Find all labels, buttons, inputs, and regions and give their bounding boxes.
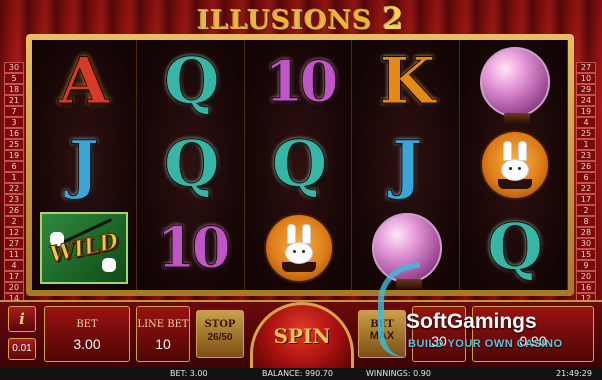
watermark-brand: SoftGamings (406, 310, 537, 333)
payline-indicator-right[interactable]: 28 (576, 227, 596, 238)
reel-cell: 10 (248, 40, 352, 123)
reel-cell: A (32, 40, 136, 123)
payline-indicator-right[interactable]: 25 (576, 128, 596, 139)
payline-indicator-left[interactable]: 4 (4, 260, 24, 271)
info-button[interactable]: i (8, 306, 36, 332)
payline-indicator-left[interactable]: 3 (4, 117, 24, 128)
reel-cell: Q (140, 123, 244, 206)
wild-symbol: WILD (39, 212, 128, 285)
game-title-number: 2 (382, 2, 405, 37)
payline-indicator-left[interactable]: 20 (4, 282, 24, 293)
symbol-k: K (379, 43, 436, 119)
symbol-j: J (392, 126, 423, 202)
watermark-tagline: BUILD YOUR OWN CASINO (408, 338, 563, 350)
payline-indicator-left[interactable]: 6 (4, 161, 24, 172)
line-bet-button[interactable]: LINE BET 10 (136, 306, 190, 362)
reel-cell (248, 207, 352, 290)
symbol-ten: 10 (156, 215, 231, 282)
payline-indicator-right[interactable]: 29 (576, 84, 596, 95)
payline-indicator-left[interactable]: 25 (4, 139, 24, 150)
autoplay-stop-button[interactable]: STOP 26/50 (196, 310, 244, 358)
symbol-j: J (68, 126, 100, 202)
reel-cell: WILD (32, 207, 136, 290)
payline-indicator-left[interactable]: 11 (4, 249, 24, 260)
status-bar: BET: 3.00 BALANCE: 990.70 WINNINGS: 0.90… (0, 368, 602, 380)
reel-cell: J (355, 123, 459, 206)
payline-indicator-left[interactable]: 18 (4, 84, 24, 95)
reel-4: KJ (355, 40, 461, 290)
reel-cell: K (355, 40, 459, 123)
payline-indicator-right[interactable]: 2 (576, 205, 596, 216)
payline-indicator-left[interactable]: 7 (4, 106, 24, 117)
reel-2: Q Q 10 (139, 40, 245, 290)
reel-1: A J WILD (32, 40, 137, 290)
symbol-q: Q (163, 43, 220, 119)
line-bet-value: 10 (155, 336, 171, 352)
reels-area: A J WILD Q Q 10 10 Q K J Q (32, 40, 568, 290)
payline-indicator-left[interactable]: 23 (4, 194, 24, 205)
payline-indicator-right[interactable]: 27 (576, 62, 596, 73)
reel-cell (463, 40, 567, 123)
reel-cell: Q (140, 40, 244, 123)
reel-cell: J (32, 123, 136, 206)
payline-indicator-left[interactable]: 27 (4, 238, 24, 249)
payline-indicator-left[interactable]: 19 (4, 150, 24, 161)
payline-indicator-left[interactable]: 5 (4, 73, 24, 84)
payline-indicator-left[interactable]: 2 (4, 216, 24, 227)
status-clock: 21:49:29 (556, 369, 592, 378)
payline-indicator-left[interactable]: 26 (4, 205, 24, 216)
line-bet-label: LINE BET (137, 319, 189, 330)
payline-indicator-right[interactable]: 23 (576, 150, 596, 161)
status-winnings: WINNINGS: 0.90 (366, 369, 431, 378)
symbol-q: Q (163, 126, 220, 202)
coin-value-button[interactable]: 0.01 (8, 338, 36, 360)
payline-indicator-left[interactable]: 16 (4, 128, 24, 139)
payline-indicator-right[interactable]: 1 (576, 139, 596, 150)
payline-indicator-right[interactable]: 10 (576, 73, 596, 84)
payline-indicator-right[interactable]: 15 (576, 249, 596, 260)
stop-label: STOP (204, 319, 236, 330)
symbol-q: Q (271, 126, 328, 202)
payline-indicator-left[interactable]: 12 (4, 227, 24, 238)
payline-indicator-left[interactable]: 21 (4, 95, 24, 106)
bet-display[interactable]: BET 3.00 (44, 306, 130, 362)
payline-indicator-right[interactable]: 30 (576, 238, 596, 249)
status-bet: BET: 3.00 (170, 369, 208, 378)
payline-indicator-left[interactable]: 1 (4, 172, 24, 183)
status-balance: BALANCE: 990.70 (262, 369, 333, 378)
symbol-ten: 10 (264, 48, 339, 115)
reel-cell: Q (248, 123, 352, 206)
payline-indicator-left[interactable]: 22 (4, 183, 24, 194)
bet-value: 3.00 (73, 336, 101, 352)
payline-indicator-left[interactable]: 30 (4, 62, 24, 73)
rabbit-in-hat-icon (264, 213, 335, 284)
payline-indicator-right[interactable]: 8 (576, 216, 596, 227)
payline-indicator-right[interactable]: 17 (576, 194, 596, 205)
softgamings-watermark: SoftGamings BUILD YOUR OWN CASINO (376, 261, 596, 363)
crystal-ball-icon (480, 46, 551, 123)
payline-indicator-right[interactable]: 19 (576, 106, 596, 117)
reel-3: 10 Q (247, 40, 353, 290)
rabbit-in-hat-icon (480, 129, 551, 200)
payline-indicator-right[interactable]: 24 (576, 95, 596, 106)
payline-indicators-left: 3051821731625196122232621227114172014132… (4, 62, 24, 326)
reel-cell (463, 123, 567, 206)
payline-indicator-right[interactable]: 26 (576, 161, 596, 172)
glove-icon (101, 258, 116, 273)
stop-counter: 26/50 (207, 332, 233, 343)
payline-indicator-left[interactable]: 17 (4, 271, 24, 282)
payline-indicator-right[interactable]: 4 (576, 117, 596, 128)
reel-5: Q (463, 40, 568, 290)
reel-cell: 10 (140, 207, 244, 290)
game-title: ILLUSIONS 2 (0, 2, 602, 38)
bet-label: BET (76, 319, 98, 330)
payline-indicator-right[interactable]: 6 (576, 172, 596, 183)
game-title-text: ILLUSIONS (197, 6, 373, 36)
payline-indicator-right[interactable]: 22 (576, 183, 596, 194)
symbol-a: A (59, 43, 110, 119)
